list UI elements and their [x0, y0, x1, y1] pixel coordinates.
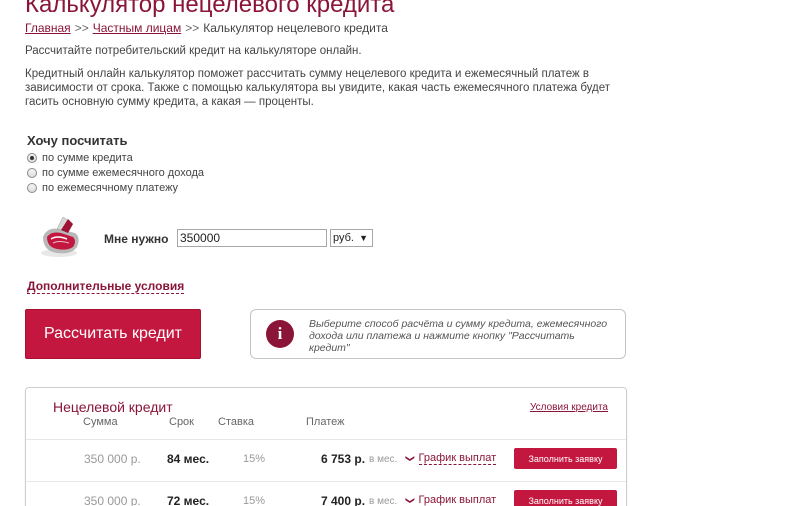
- calculate-button[interactable]: Рассчитать кредит: [25, 309, 201, 359]
- breadcrumb-separator: >>: [74, 21, 89, 35]
- radio-button[interactable]: [27, 153, 37, 163]
- description-text: Кредитный онлайн калькулятор поможет рас…: [25, 68, 611, 108]
- header-rate: Ставка: [218, 416, 254, 428]
- table-row: 350 000 р. 84 мес. 15% 6 753 р. в мес. ❯…: [26, 439, 626, 479]
- row-term: 84 мес.: [167, 452, 210, 466]
- schedule-link[interactable]: ❯ График выплат: [405, 494, 497, 506]
- radio-button[interactable]: [27, 183, 37, 193]
- radio-button[interactable]: [27, 168, 37, 178]
- radio-by-loan-amount[interactable]: по сумме кредита: [27, 152, 133, 164]
- breadcrumb-separator: >>: [185, 21, 200, 35]
- row-payment: 7 400 р.: [321, 494, 366, 506]
- chevron-down-icon: ❯: [405, 496, 416, 505]
- amount-label: Мне нужно: [104, 232, 169, 246]
- info-text: Выберите способ расчёта и сумму кредита,…: [309, 318, 608, 354]
- schedule-link[interactable]: ❯ График выплат: [405, 452, 497, 465]
- wallet-icon: [41, 216, 79, 257]
- radio-by-payment[interactable]: по ежемесячному платежу: [27, 182, 178, 194]
- apply-button[interactable]: Заполнить заявку: [514, 448, 617, 469]
- row-sum: 350 000 р.: [84, 452, 141, 466]
- row-divider: [26, 439, 626, 440]
- amount-input[interactable]: [177, 229, 327, 247]
- extra-conditions-link[interactable]: Дополнительные условия: [27, 279, 185, 294]
- page-title: Калькулятор нецелевого кредита: [25, 0, 395, 18]
- schedule-label: График выплат: [418, 494, 497, 506]
- apply-button[interactable]: Заполнить заявку: [514, 490, 617, 506]
- row-payment: 6 753 р.: [321, 452, 366, 466]
- radio-label: по сумме кредита: [42, 152, 133, 164]
- breadcrumb: Главная >> Частным лицам >> Калькулятор неце…: [25, 21, 388, 35]
- info-box: i Выберите способ расчёта и сумму кредит…: [250, 309, 626, 359]
- row-per-month: в мес.: [369, 454, 398, 465]
- breadcrumb-private-link[interactable]: Частным лицам: [93, 21, 182, 35]
- dropdown-arrow-icon: ▼: [359, 233, 368, 243]
- loan-conditions-link[interactable]: Условия кредита: [530, 402, 608, 413]
- breadcrumb-home-link[interactable]: Главная: [25, 21, 71, 35]
- currency-select[interactable]: руб. ▼: [330, 229, 373, 247]
- breadcrumb-current: Калькулятор нецелевого кредита: [203, 21, 388, 35]
- currency-value: руб.: [333, 232, 354, 244]
- row-per-month: в мес.: [369, 496, 398, 506]
- header-sum: Сумма: [83, 416, 118, 428]
- info-icon: i: [266, 320, 294, 348]
- radio-label: по сумме ежемесячного дохода: [42, 167, 204, 179]
- row-rate: 15%: [243, 453, 266, 465]
- radio-label: по ежемесячному платежу: [42, 182, 179, 194]
- row-term: 72 мес.: [167, 494, 210, 506]
- chevron-down-icon: ❯: [405, 454, 416, 463]
- row-divider: [26, 481, 626, 482]
- table-row: 350 000 р. 72 мес. 15% 7 400 р. в мес. ❯…: [26, 481, 626, 506]
- radio-by-income[interactable]: по сумме ежемесячного дохода: [27, 167, 204, 179]
- header-payment: Платеж: [306, 416, 345, 428]
- intro-text: Рассчитайте потребительский кредит на ка…: [25, 45, 362, 57]
- results-panel: Нецелевой кредит Условия кредита Сумма С…: [25, 387, 627, 506]
- row-rate: 15%: [243, 495, 266, 506]
- row-sum: 350 000 р.: [84, 494, 141, 506]
- results-title: Нецелевой кредит: [53, 399, 173, 415]
- calc-mode-heading: Хочу посчитать: [27, 133, 128, 148]
- schedule-label: График выплат: [418, 452, 497, 465]
- header-term: Срок: [169, 416, 194, 428]
